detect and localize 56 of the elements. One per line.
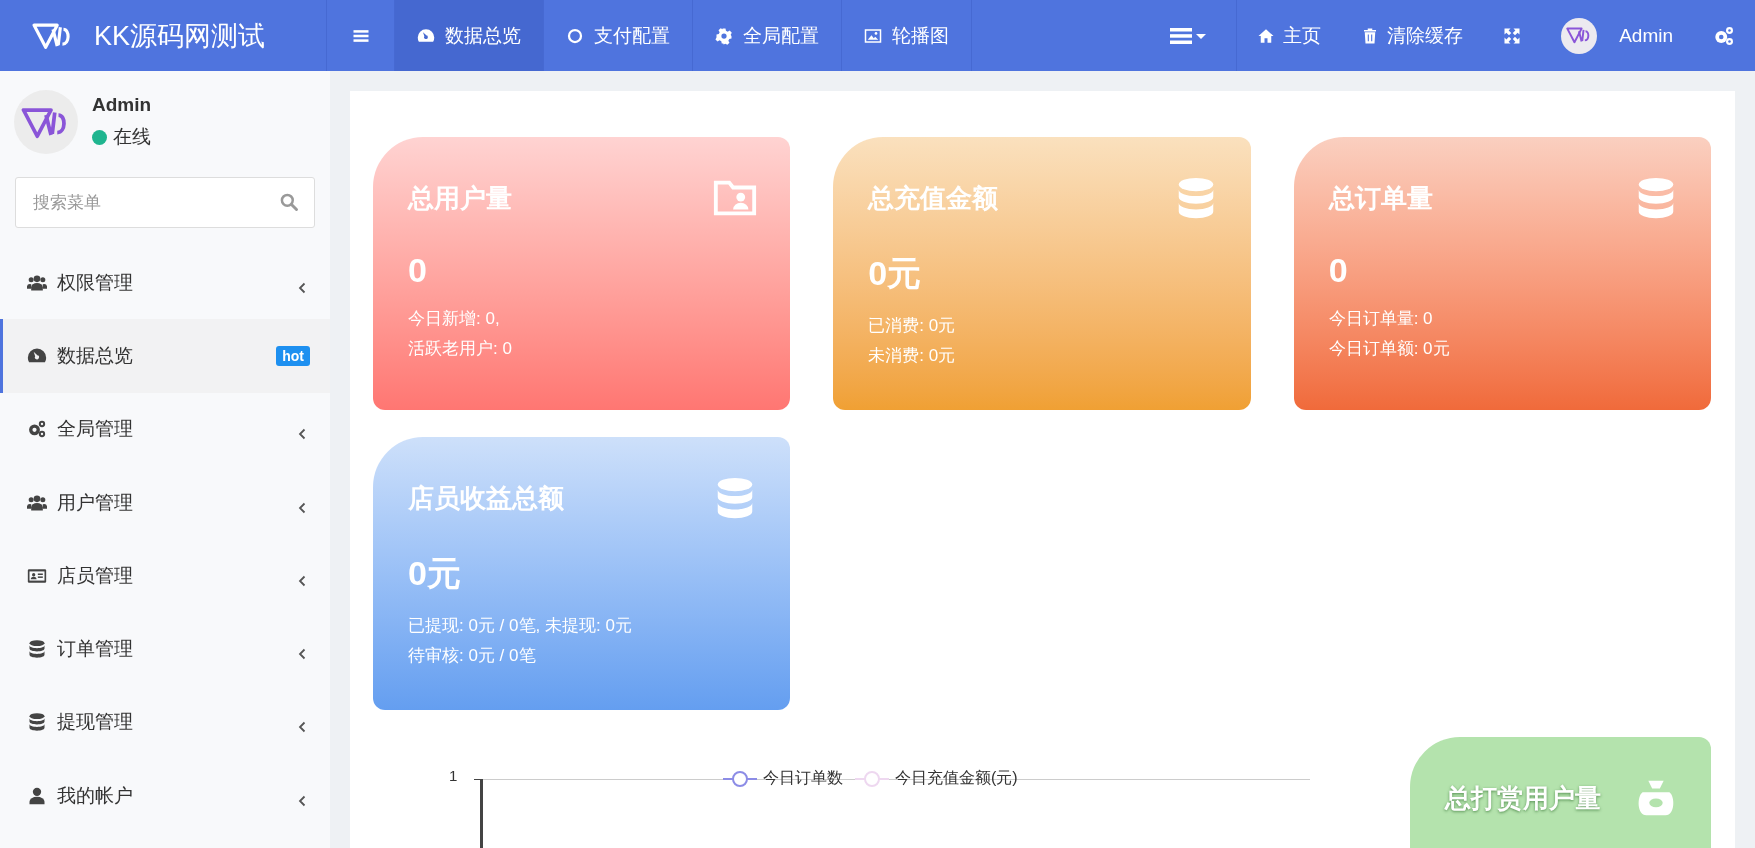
hot-badge: hot bbox=[276, 345, 310, 366]
list-dropdown-icon bbox=[1170, 25, 1207, 46]
card-title: 总用户量 bbox=[408, 181, 512, 215]
card-title: 总订单量 bbox=[1328, 181, 1433, 215]
chevron-left-icon bbox=[298, 281, 306, 294]
card-detail: 待审核: 0元 / 0笔 bbox=[408, 645, 537, 667]
legend-label: 今日充值金额(元) bbox=[895, 768, 1018, 788]
avatar-button[interactable]: Admin bbox=[1541, 0, 1693, 71]
search-field[interactable]: 搜索菜单 bbox=[15, 177, 315, 228]
sidebar-item[interactable]: 提现管理 bbox=[0, 685, 330, 760]
image-icon bbox=[864, 26, 882, 45]
chevron-left-icon bbox=[298, 501, 306, 514]
chevron-left-icon bbox=[298, 428, 306, 441]
sidebar-item[interactable]: 店员管理 bbox=[0, 539, 330, 613]
legend-label: 今日订单数 bbox=[763, 768, 843, 788]
chevron-left-icon bbox=[298, 721, 306, 734]
sidebar-item[interactable]: 权限管理 bbox=[0, 246, 330, 320]
user-icon bbox=[27, 785, 47, 806]
chevron-left-icon bbox=[298, 648, 306, 661]
card-title: 总打赏用户量 bbox=[1445, 781, 1601, 815]
card-detail: 未消费: 0元 bbox=[868, 345, 957, 367]
chevron-left-icon bbox=[298, 794, 306, 807]
home-button[interactable]: 主页 bbox=[1237, 0, 1342, 71]
card-detail: 已提现: 0元 / 0笔, 未提现: 0元 bbox=[408, 615, 633, 637]
settings-icon bbox=[1713, 24, 1735, 47]
brand-title: KK源码网测试 bbox=[94, 19, 266, 53]
card-value: 0元 bbox=[868, 253, 923, 294]
search-icon bbox=[279, 192, 299, 212]
sidebar-item[interactable]: 全局管理 bbox=[0, 392, 330, 466]
dashboard-icon bbox=[417, 26, 435, 45]
sidebar-item[interactable]: 用户管理 bbox=[0, 465, 330, 540]
axis-tick-label: 1 bbox=[449, 767, 458, 784]
card-detail: 活跃老用户: 0 bbox=[408, 338, 513, 360]
card-detail: 今日新增: 0, bbox=[408, 308, 501, 330]
database-icon bbox=[27, 712, 47, 733]
user-name: Admin bbox=[92, 94, 152, 116]
cog-icon bbox=[715, 26, 733, 45]
card-value: 0 bbox=[1328, 251, 1349, 290]
database-icon bbox=[27, 639, 47, 660]
card-value: 0元 bbox=[408, 553, 462, 594]
circle-icon bbox=[566, 26, 584, 45]
card-title: 店员收益总额 bbox=[408, 481, 564, 515]
card-detail: 已消费: 0元 bbox=[868, 315, 957, 337]
sidebar-item[interactable]: 数据总览 hot bbox=[0, 319, 330, 393]
nav-tab[interactable]: 数据总览 bbox=[395, 0, 544, 71]
chevron-left-icon bbox=[298, 574, 306, 587]
status-text: 在线 bbox=[113, 125, 151, 149]
expand-icon bbox=[1503, 26, 1522, 45]
trash-button[interactable]: 清除缓存 bbox=[1341, 0, 1484, 71]
cogs-icon bbox=[27, 419, 47, 440]
sidebar-item[interactable]: 我的帐户 bbox=[0, 759, 330, 833]
card-detail: 今日订单额: 0元 bbox=[1328, 338, 1451, 360]
sidebar-item[interactable]: 订单管理 bbox=[0, 612, 330, 686]
card-detail: 今日订单量: 0 bbox=[1328, 308, 1434, 330]
card-title: 总充值金额 bbox=[868, 181, 999, 215]
card-value: 0 bbox=[408, 251, 428, 290]
